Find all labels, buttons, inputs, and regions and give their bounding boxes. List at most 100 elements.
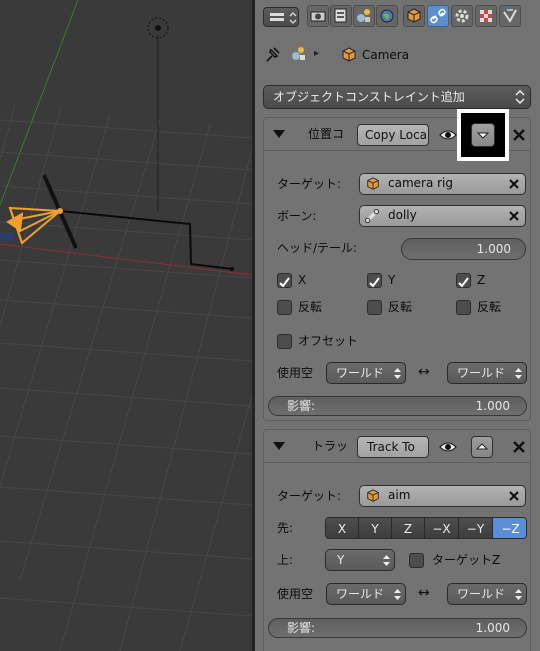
dropdown-arrows-icon <box>515 90 525 104</box>
check-icon <box>458 277 469 288</box>
to-axis-y[interactable]: Y <box>359 518 392 538</box>
close-icon[interactable] <box>512 440 526 454</box>
to-axis-neg-z[interactable]: −Z <box>493 518 526 538</box>
axis-x-checkbox[interactable] <box>277 273 292 288</box>
render-layers-icon[interactable] <box>330 5 352 27</box>
offset-label: オフセット <box>298 334 359 348</box>
influence-slider[interactable]: 影響: 1.000 <box>268 396 527 416</box>
target-space-value: ワールド <box>457 587 506 601</box>
object-breadcrumb-icon <box>341 47 357 63</box>
check-icon <box>369 277 380 288</box>
eye-icon[interactable] <box>439 128 457 142</box>
to-axis-x[interactable]: X <box>326 518 359 538</box>
owner-space-value: ワールド <box>336 587 385 601</box>
invert-y-label: 反転 <box>388 300 413 314</box>
move-up-button[interactable] <box>471 436 493 458</box>
editor-type-button[interactable] <box>263 7 299 27</box>
to-axis-neg-x[interactable]: −X <box>425 518 459 538</box>
dropdown-arrows-icon <box>394 368 401 379</box>
bone-field[interactable]: dolly <box>359 205 526 227</box>
up-axis-value: Y <box>337 553 345 567</box>
clear-icon[interactable] <box>506 488 522 504</box>
dropdown-arrows-icon <box>383 555 390 566</box>
move-down-button[interactable] <box>471 123 495 147</box>
object-icon[interactable] <box>403 5 425 27</box>
breadcrumb-separator-icon: ▸ <box>314 48 320 59</box>
owner-space-select[interactable]: ワールド <box>326 583 406 605</box>
bone-value: dolly <box>388 208 417 222</box>
target-z-checkbox[interactable] <box>409 553 424 568</box>
modifiers-icon[interactable] <box>451 5 473 27</box>
headtail-value: 1.000 <box>476 242 511 256</box>
influence-label: 影響: <box>287 399 316 413</box>
headtail-label: ヘッド/テール: <box>277 241 358 255</box>
collapse-arrow-icon[interactable] <box>272 441 286 451</box>
to-axis-selector[interactable]: X Y Z −X −Y −Z <box>325 517 527 539</box>
material-icon[interactable] <box>475 5 497 27</box>
to-axis-neg-y[interactable]: −Y <box>459 518 493 538</box>
breadcrumb-object-name: Camera <box>362 48 410 62</box>
to-axis-z[interactable]: Z <box>392 518 425 538</box>
axis-z-checkbox[interactable] <box>456 273 471 288</box>
invert-x-checkbox[interactable] <box>277 300 292 315</box>
offset-checkbox[interactable] <box>277 334 292 349</box>
invert-z-label: 反転 <box>477 300 502 314</box>
axis-x-label: X <box>298 273 307 287</box>
target-space-select[interactable]: ワールド <box>447 362 527 384</box>
up-label: 上: <box>277 553 294 567</box>
collapse-arrow-icon[interactable] <box>272 129 286 139</box>
scene-icon[interactable] <box>353 5 375 27</box>
chevron-down-icon <box>476 132 490 139</box>
object-icon <box>367 489 379 502</box>
space-label: 使用空 <box>277 366 314 380</box>
chevron-up-icon <box>475 443 489 450</box>
pin-icon[interactable] <box>263 44 283 64</box>
eye-icon[interactable] <box>439 440 457 454</box>
invert-x-label: 反転 <box>298 300 323 314</box>
world-icon[interactable] <box>376 5 398 27</box>
clear-icon[interactable] <box>506 208 522 224</box>
editor-type-icon <box>270 12 297 24</box>
target-space-select[interactable]: ワールド <box>447 583 527 605</box>
add-constraint-menu[interactable]: オブジェクトコンストレイント追加 <box>263 85 531 109</box>
track-to-panel: トラッ Track To ターゲット: aim 先: X Y Z −X −Y −… <box>263 429 531 651</box>
texture-icon[interactable] <box>499 5 521 27</box>
swap-arrows-icon: ↔ <box>418 585 430 601</box>
target-label: ターゲット: <box>277 177 342 191</box>
constraint-type-label: トラッ <box>312 439 349 453</box>
swap-arrows-icon: ↔ <box>418 364 430 380</box>
clear-icon[interactable] <box>506 176 522 192</box>
target-label: ターゲット: <box>277 489 342 503</box>
influence-slider[interactable]: 影響: 1.000 <box>268 618 527 638</box>
invert-z-checkbox[interactable] <box>456 300 471 315</box>
to-label: 先: <box>277 521 294 535</box>
close-icon[interactable] <box>512 128 526 142</box>
target-space-value: ワールド <box>457 366 506 380</box>
track-to-header[interactable]: トラッ Track To <box>264 430 530 463</box>
copy-location-header[interactable]: 位置コ Copy Loca <box>264 109 530 161</box>
up-axis-select[interactable]: Y <box>325 549 395 571</box>
target-field[interactable]: aim <box>359 485 526 507</box>
axis-y-label: Y <box>388 273 396 287</box>
constraints-icon[interactable] <box>427 5 449 27</box>
influence-value: 1.000 <box>475 399 510 413</box>
viewport-grid <box>0 0 252 651</box>
owner-space-value: ワールド <box>336 366 385 380</box>
axis-z-label: Z <box>477 273 486 287</box>
render-icon[interactable] <box>307 5 329 27</box>
check-icon <box>279 277 290 288</box>
axis-y-checkbox[interactable] <box>367 273 382 288</box>
dropdown-arrows-icon <box>394 589 401 600</box>
constraint-name-field[interactable]: Copy Loca <box>357 124 429 146</box>
bone-label: ボーン: <box>277 209 317 223</box>
scene-breadcrumb-icon <box>289 44 311 64</box>
3d-viewport[interactable] <box>0 0 252 651</box>
object-icon <box>367 177 379 190</box>
space-label: 使用空 <box>277 587 314 601</box>
headtail-slider[interactable]: 1.000 <box>401 238 526 260</box>
target-field[interactable]: camera rig <box>359 173 526 195</box>
properties-editor[interactable]: ▸ Camera オブジェクトコンストレイント追加 位置コ Copy Loca … <box>255 0 540 651</box>
constraint-name-field[interactable]: Track To <box>357 436 429 458</box>
invert-y-checkbox[interactable] <box>367 300 382 315</box>
owner-space-select[interactable]: ワールド <box>326 362 406 384</box>
